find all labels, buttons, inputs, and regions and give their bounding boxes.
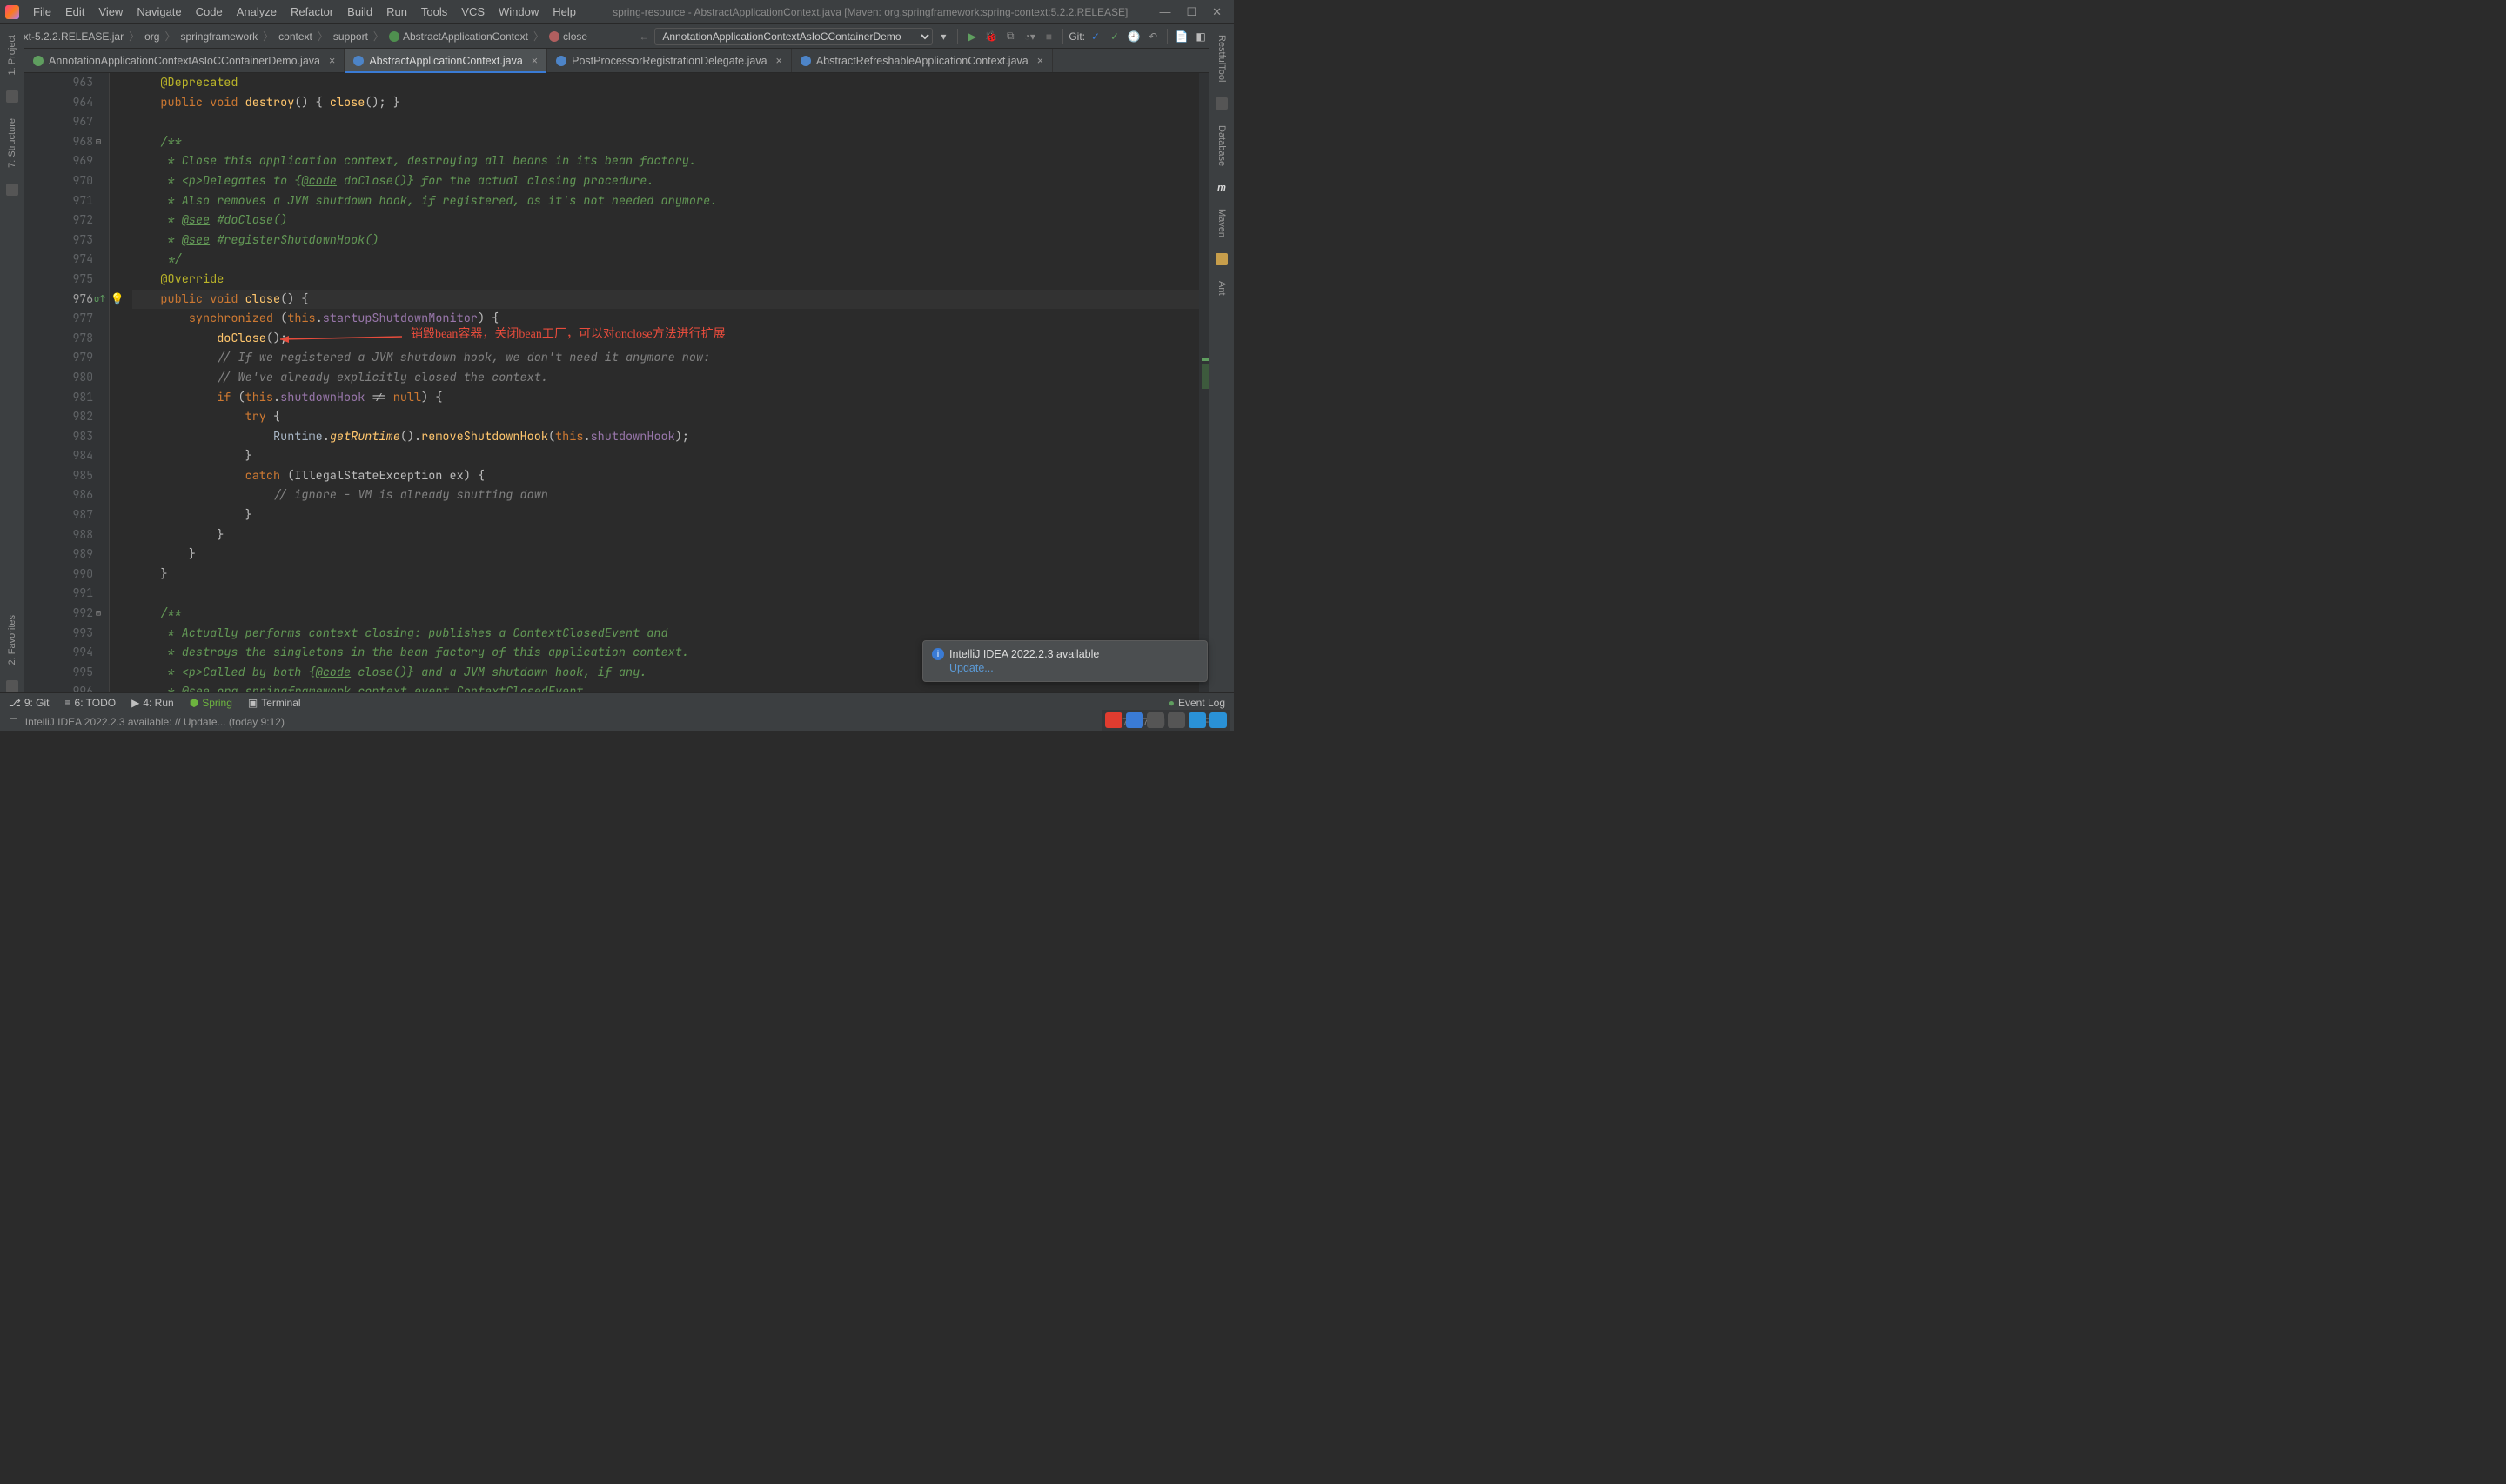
menu-tools[interactable]: Tools [416,3,452,20]
menu-analyze[interactable]: Analyze [231,3,282,20]
nav-bar: ntext-5.2.2.RELEASE.jar〉 org〉 springfram… [0,24,1234,49]
tray-icon[interactable] [1189,712,1206,728]
file-icon [801,56,811,66]
crumb-method[interactable]: close [546,30,591,43]
bottom-toolwindows: ⎇ 9: Git ≡ 6: TODO ▶ 4: Run ⬢ Spring ▣ T… [0,692,1234,712]
tab-0[interactable]: AnnotationApplicationContextAsIoCContain… [24,49,345,72]
menu-code[interactable]: Code [191,3,228,20]
tool-restful[interactable]: RestfulTool [1216,31,1227,85]
back-button[interactable]: ← [635,30,653,43]
tool-database[interactable]: Database [1216,122,1227,170]
maximize-icon[interactable]: ☐ [1186,5,1196,19]
run-config-select[interactable]: AnnotationApplicationContextAsIoCContain… [654,28,933,45]
menu-file[interactable]: File [28,3,57,20]
file-icon [556,56,566,66]
file-icon [33,56,44,66]
tab-close-icon[interactable]: × [776,55,782,67]
tray-icon[interactable] [1209,712,1227,728]
code-editor[interactable]: 963 964 967 968⊟ 969 970 971 972 973 974… [24,73,1209,692]
menu-edit[interactable]: Edit [60,3,90,20]
menu-navigate[interactable]: Navigate [131,3,186,20]
tool-eventlog[interactable]: ● Event Log [1169,697,1225,709]
tab-close-icon[interactable]: × [1037,55,1043,67]
right-tool-strip: RestfulTool Database m Maven Ant [1209,24,1234,692]
error-stripe[interactable] [1199,73,1209,692]
os-taskbar-overlay [1102,710,1230,731]
tray-icon[interactable] [1168,712,1185,728]
tool-icon[interactable] [6,184,18,196]
tab-3[interactable]: AbstractRefreshableApplicationContext.ja… [792,49,1053,72]
crumb-support[interactable]: support [330,30,372,43]
app-logo-icon [5,5,19,19]
menu-help[interactable]: Help [547,3,581,20]
crumb-context[interactable]: context [275,30,316,43]
crumb-sfw[interactable]: springframework [177,30,261,43]
crumb-class[interactable]: AbstractApplicationContext [385,30,532,43]
status-message: IntelliJ IDEA 2022.2.3 available: // Upd… [25,716,285,728]
close-icon[interactable]: ✕ [1212,5,1222,19]
class-icon [389,31,399,42]
tab-close-icon[interactable]: × [329,55,335,67]
override-up-icon[interactable]: o↑ [94,290,105,310]
tab-close-icon[interactable]: × [532,55,538,67]
coverage-button[interactable]: ⧉ [1002,30,1019,43]
menu-view[interactable]: View [93,3,128,20]
tool-spring[interactable]: ⬢ Spring [190,697,232,709]
tool-icon[interactable] [1216,97,1228,110]
tool-terminal[interactable]: ▣ Terminal [248,697,301,709]
notification-link[interactable]: Update... [949,662,1198,674]
tool-icon[interactable] [6,680,18,692]
main-menu: File Edit View Navigate Code Analyze Ref… [28,3,581,20]
tool-todo[interactable]: ≡ 6: TODO [65,697,117,709]
stop-button[interactable]: ■ [1040,30,1057,43]
update-notification[interactable]: i IntelliJ IDEA 2022.2.3 available Update… [922,640,1208,682]
editor-tabs: AnnotationApplicationContextAsIoCContain… [0,49,1234,73]
git-label: Git: [1069,30,1085,43]
tool-maven[interactable]: Maven [1216,205,1227,241]
ime-lang-icon[interactable] [1126,712,1143,728]
method-icon [549,31,559,42]
crumb-org[interactable]: org [141,30,163,43]
open-file-icon[interactable]: 📄 [1173,30,1190,43]
window-controls: — ☐ ✕ [1159,5,1222,19]
structure-icon[interactable]: ◧ [1192,30,1209,43]
ime-icon[interactable] [1105,712,1122,728]
run-button[interactable]: ▶ [963,30,981,43]
tool-icon[interactable] [6,90,18,103]
git-commit-icon[interactable]: ✓ [1106,30,1123,43]
title-bar: File Edit View Navigate Code Analyze Ref… [0,0,1234,24]
tool-project[interactable]: 1: Project [7,31,17,78]
git-revert-icon[interactable]: ↶ [1144,30,1162,43]
info-icon: i [932,648,944,660]
profile-button[interactable]: ◔▾ [1021,30,1038,43]
status-window-icon[interactable]: ☐ [9,716,18,728]
menu-vcs[interactable]: VCS [456,3,490,20]
tool-structure[interactable]: 7: Structure [7,115,17,171]
dropdown-icon[interactable]: ▾ [935,30,952,43]
menu-run[interactable]: Run [381,3,412,20]
status-bar: ☐ IntelliJ IDEA 2022.2.3 available: // U… [0,712,1234,731]
tool-icon[interactable] [1216,253,1228,265]
window-title: spring-resource - AbstractApplicationCon… [581,6,1159,18]
notification-title: IntelliJ IDEA 2022.2.3 available [949,648,1099,660]
menu-window[interactable]: Window [493,3,544,20]
git-update-icon[interactable]: ✓ [1087,30,1104,43]
minimize-icon[interactable]: — [1159,5,1170,19]
tool-git[interactable]: ⎇ 9: Git [9,697,50,709]
menu-build[interactable]: Build [342,3,378,20]
debug-button[interactable]: 🐞 [982,30,1000,43]
file-icon [353,56,364,66]
tool-run[interactable]: ▶ 4: Run [131,697,174,709]
tray-icon[interactable] [1147,712,1164,728]
git-history-icon[interactable]: 🕘 [1125,30,1142,43]
code-area[interactable]: @Deprecated public void destroy() { clos… [110,73,1209,692]
tool-ant[interactable]: Ant [1216,277,1227,299]
menu-refactor[interactable]: Refactor [285,3,338,20]
left-tool-strip: 1: Project 7: Structure 2: Favorites [0,24,24,692]
tab-2[interactable]: PostProcessorRegistrationDelegate.java× [547,49,792,72]
line-gutter: 963 964 967 968⊟ 969 970 971 972 973 974… [24,73,110,692]
tool-favorites[interactable]: 2: Favorites [7,612,17,668]
tab-1[interactable]: AbstractApplicationContext.java× [345,49,547,72]
